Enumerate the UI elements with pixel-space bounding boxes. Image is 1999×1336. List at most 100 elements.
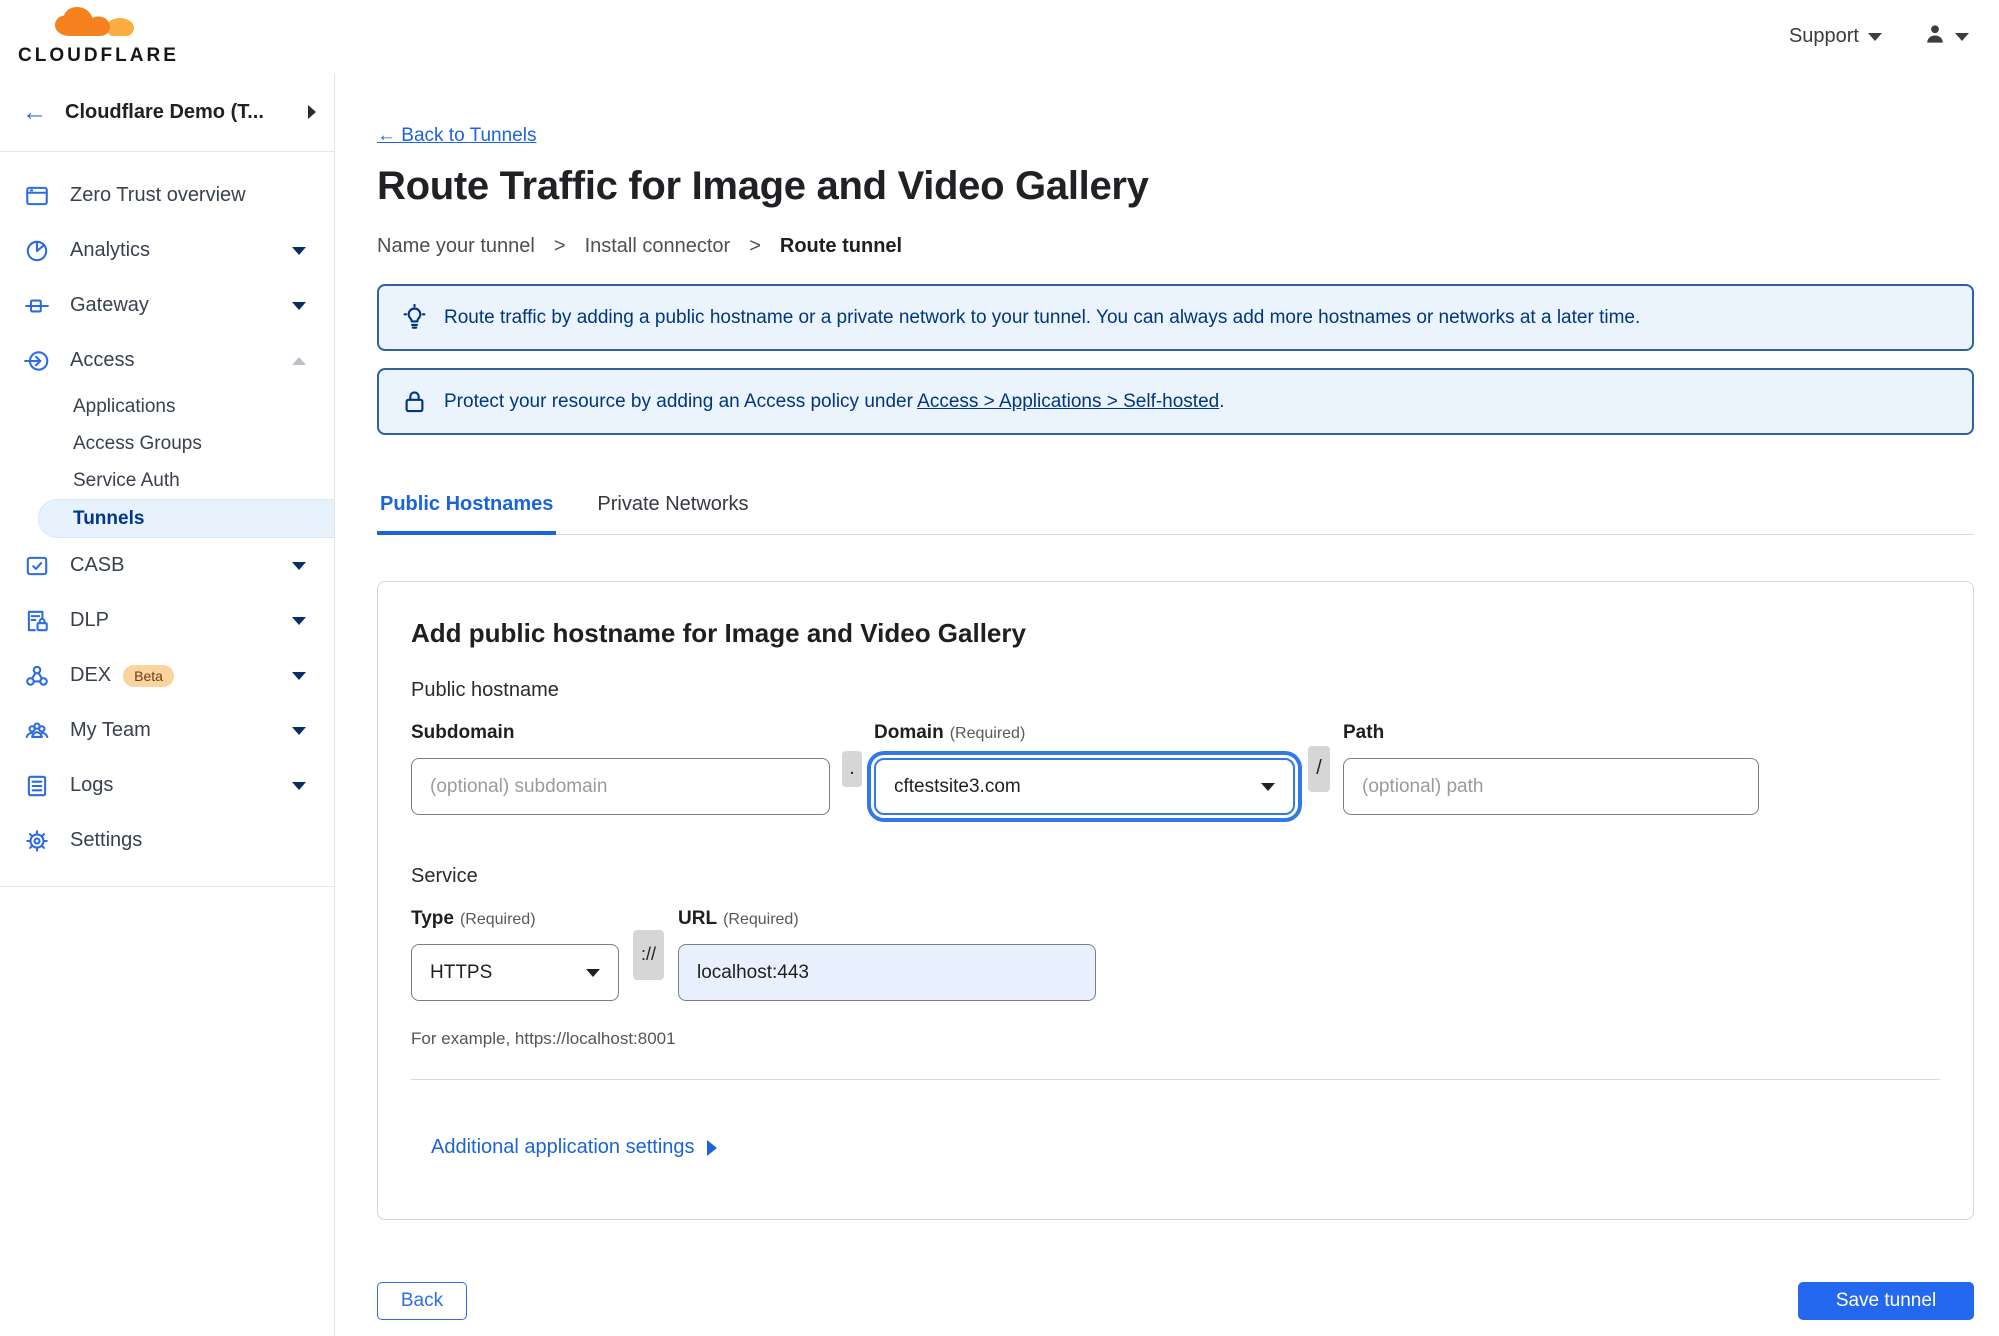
chevron-right-icon xyxy=(706,1139,717,1156)
dot-separator: . xyxy=(842,750,862,787)
lightbulb-icon xyxy=(401,304,428,331)
sidebar-item-service-auth[interactable]: Service Auth xyxy=(0,462,334,499)
team-name: Cloudflare Demo (T... xyxy=(65,100,264,123)
sidebar-item-logs[interactable]: Logs xyxy=(0,758,334,813)
gear-icon xyxy=(24,828,50,854)
sidebar-item-analytics[interactable]: Analytics xyxy=(0,223,334,278)
banner-text: Protect your resource by adding an Acces… xyxy=(444,390,1225,412)
service-type-select[interactable]: HTTPS xyxy=(411,944,619,1001)
wizard-steps: Name your tunnel > Install connector > R… xyxy=(377,235,1974,258)
step-route-tunnel: Route tunnel xyxy=(779,235,903,257)
support-label: Support xyxy=(1788,25,1859,47)
overview-window-icon xyxy=(24,183,50,209)
sidebar-nav: Zero Trust overview Analytics Gateway Ac… xyxy=(0,152,334,887)
main-content: ← Back to Tunnels Route Traffic for Imag… xyxy=(335,73,1999,1336)
save-tunnel-button[interactable]: Save tunnel xyxy=(1798,1282,1974,1320)
back-to-tunnels-link[interactable]: ← Back to Tunnels xyxy=(377,125,536,147)
back-arrow-icon[interactable]: ← xyxy=(22,99,47,125)
slash-separator: / xyxy=(1308,745,1330,792)
domain-select[interactable]: cftestsite3.com xyxy=(874,758,1295,815)
dlp-document-lock-icon xyxy=(24,608,50,634)
dex-network-icon xyxy=(24,663,50,689)
team-people-icon xyxy=(24,718,50,744)
chevron-up-icon xyxy=(292,356,306,365)
lock-icon xyxy=(401,388,428,415)
sidebar-item-casb[interactable]: CASB xyxy=(0,538,334,593)
tab-public-hostnames[interactable]: Public Hostnames xyxy=(377,493,557,535)
chevron-down-icon xyxy=(292,781,306,790)
sidebar-divider xyxy=(0,886,334,887)
required-hint: (Required) xyxy=(949,725,1026,742)
sidebar-item-tunnels[interactable]: Tunnels xyxy=(38,499,334,538)
logs-document-icon xyxy=(24,773,50,799)
footer-actions: Back Save tunnel xyxy=(377,1282,1974,1320)
access-subnav: Applications Access Groups Service Auth … xyxy=(0,388,334,538)
sidebar-item-gateway[interactable]: Gateway xyxy=(0,278,334,333)
step-install-connector[interactable]: Install connector xyxy=(585,235,731,258)
required-hint: (Required) xyxy=(723,911,799,928)
scheme-separator: :// xyxy=(633,929,664,980)
sidebar: ← Cloudflare Demo (T... Zero Trust overv… xyxy=(0,73,335,1336)
beta-badge: Beta xyxy=(123,665,174,687)
chevron-down-icon xyxy=(292,616,306,625)
chevron-down-icon xyxy=(1261,782,1275,791)
path-input[interactable] xyxy=(1343,758,1759,815)
sidebar-item-settings[interactable]: Settings xyxy=(0,813,334,868)
cloudflare-cloud-icon xyxy=(48,6,149,47)
sidebar-item-zero-trust-overview[interactable]: Zero Trust overview xyxy=(0,168,334,223)
chevron-down-icon xyxy=(292,301,306,310)
cloudflare-logo[interactable]: CLOUDFLARE xyxy=(18,6,179,67)
type-label: Type (Required) xyxy=(411,908,536,929)
user-avatar-icon xyxy=(1922,21,1948,52)
domain-label: Domain (Required) xyxy=(874,722,1026,743)
access-applications-self-hosted-link[interactable]: Access > Applications > Self-hosted xyxy=(917,391,1219,412)
url-example-hint: For example, https://localhost:8001 xyxy=(411,1029,676,1048)
chevron-down-icon xyxy=(292,561,306,570)
support-menu[interactable]: Support xyxy=(1789,25,1882,48)
step-name-your-tunnel[interactable]: Name your tunnel xyxy=(377,235,535,258)
sidebar-item-dlp[interactable]: DLP xyxy=(0,593,334,648)
chevron-down-icon xyxy=(1868,32,1882,41)
team-switcher[interactable]: ← Cloudflare Demo (T... xyxy=(0,73,334,152)
service-url-input[interactable] xyxy=(678,944,1096,1001)
info-banner-route-traffic: Route traffic by adding a public hostnam… xyxy=(377,284,1974,351)
sidebar-item-access[interactable]: Access xyxy=(0,333,334,388)
url-label: URL (Required) xyxy=(678,908,799,929)
tab-private-networks[interactable]: Private Networks xyxy=(594,493,751,534)
chevron-down-icon xyxy=(1955,32,1969,41)
public-hostname-section-label: Public hostname xyxy=(411,679,559,701)
cloudflare-wordmark: CLOUDFLARE xyxy=(18,45,179,66)
user-menu[interactable] xyxy=(1922,21,1969,52)
access-arrow-icon xyxy=(24,348,50,374)
chevron-down-icon xyxy=(292,726,306,735)
card-heading: Add public hostname for Image and Video … xyxy=(411,618,1026,648)
additional-application-settings-toggle[interactable]: Additional application settings xyxy=(431,1136,717,1159)
step-separator: > xyxy=(749,235,761,257)
page-title: Route Traffic for Image and Video Galler… xyxy=(377,164,1149,208)
analytics-pie-icon xyxy=(24,238,50,264)
card-divider xyxy=(411,1079,1940,1080)
casb-icon xyxy=(24,553,50,579)
required-hint: (Required) xyxy=(459,911,536,928)
step-separator: > xyxy=(553,235,566,257)
topbar: CLOUDFLARE Support xyxy=(0,0,1999,73)
banner-text: Route traffic by adding a public hostnam… xyxy=(444,306,1641,328)
public-hostname-card: Add public hostname for Image and Video … xyxy=(377,581,1974,1220)
gateway-icon xyxy=(24,293,50,319)
info-banner-access-policy: Protect your resource by adding an Acces… xyxy=(377,368,1974,435)
sidebar-item-access-groups[interactable]: Access Groups xyxy=(0,425,334,462)
sidebar-item-applications[interactable]: Applications xyxy=(0,388,334,425)
sidebar-item-dex[interactable]: DEX Beta xyxy=(0,648,334,703)
chevron-down-icon xyxy=(292,246,306,255)
back-button[interactable]: Back xyxy=(377,1282,467,1320)
path-label: Path xyxy=(1343,722,1385,743)
hostname-tabs: Public Hostnames Private Networks xyxy=(377,493,1974,535)
sidebar-item-my-team[interactable]: My Team xyxy=(0,703,334,758)
service-type-value: HTTPS xyxy=(430,961,493,983)
chevron-right-icon xyxy=(308,105,316,119)
subdomain-label: Subdomain xyxy=(411,722,515,743)
domain-select-value: cftestsite3.com xyxy=(894,775,1021,797)
service-section-label: Service xyxy=(411,865,478,887)
subdomain-input[interactable] xyxy=(411,758,830,815)
chevron-down-icon xyxy=(292,671,306,680)
